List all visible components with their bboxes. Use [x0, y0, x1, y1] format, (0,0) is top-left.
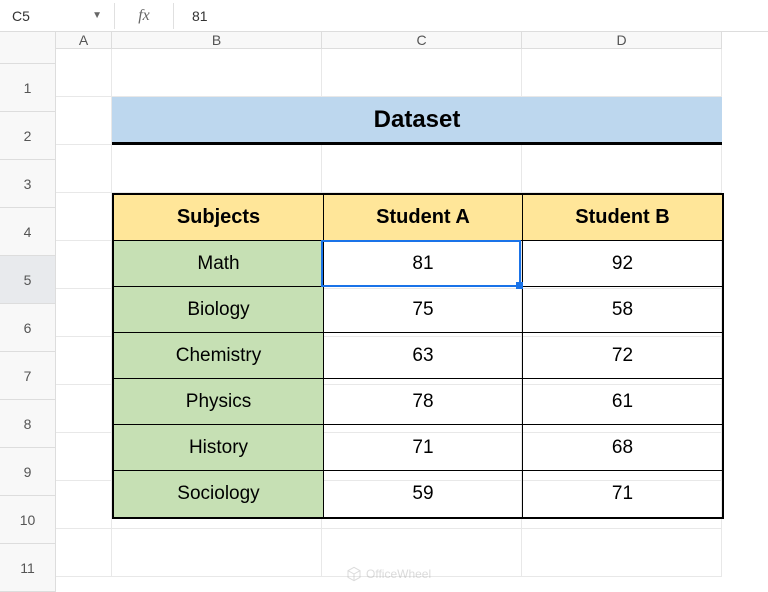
row-header-5[interactable]: 5 [0, 256, 56, 304]
header-student-a[interactable]: Student A [324, 195, 523, 241]
row-header-3[interactable]: 3 [0, 160, 56, 208]
data-cell[interactable]: 58 [523, 287, 722, 333]
row-header-8[interactable]: 8 [0, 400, 56, 448]
formula-bar: C5 ▼ fx 81 [0, 0, 768, 32]
table-row: History 71 68 [114, 425, 722, 471]
data-cell[interactable]: 71 [324, 425, 523, 471]
row-header-1[interactable]: 1 [0, 64, 56, 112]
data-cell[interactable]: 63 [324, 333, 523, 379]
table-header-row: Subjects Student A Student B [114, 195, 722, 241]
row-header-6[interactable]: 6 [0, 304, 56, 352]
col-header-b[interactable]: B [112, 32, 322, 49]
formula-input[interactable]: 81 [174, 3, 764, 29]
subject-cell[interactable]: Math [114, 241, 324, 287]
table-row: Math 81 92 [114, 241, 722, 287]
spreadsheet-grid: 1 2 3 4 5 6 7 8 9 10 11 A B C D [0, 32, 768, 590]
row-header-11[interactable]: 11 [0, 544, 56, 592]
dataset-title[interactable]: Dataset [112, 97, 722, 145]
data-cell[interactable]: 92 [523, 241, 722, 287]
subject-cell[interactable]: Physics [114, 379, 324, 425]
select-all-corner[interactable] [0, 32, 56, 64]
subject-cell[interactable]: Chemistry [114, 333, 324, 379]
formula-value: 81 [192, 8, 208, 24]
row-header-10[interactable]: 10 [0, 496, 56, 544]
chevron-down-icon[interactable]: ▼ [92, 10, 106, 21]
row-header-9[interactable]: 9 [0, 448, 56, 496]
row-header-2[interactable]: 2 [0, 112, 56, 160]
data-cell[interactable]: 78 [324, 379, 523, 425]
table-row: Sociology 59 71 [114, 471, 722, 517]
data-cell[interactable]: 72 [523, 333, 722, 379]
cells-area[interactable]: Dataset Subjects Student A Student B Mat… [56, 49, 768, 577]
data-cell[interactable]: 68 [523, 425, 722, 471]
name-box[interactable]: C5 ▼ [4, 3, 114, 29]
row-header-4[interactable]: 4 [0, 208, 56, 256]
header-subjects[interactable]: Subjects [114, 195, 324, 241]
data-cell[interactable]: 75 [324, 287, 523, 333]
name-box-value: C5 [12, 8, 30, 24]
col-header-c[interactable]: C [322, 32, 522, 49]
subject-cell[interactable]: History [114, 425, 324, 471]
data-cell[interactable]: 59 [324, 471, 523, 517]
data-cell[interactable]: 61 [523, 379, 722, 425]
col-header-d[interactable]: D [522, 32, 722, 49]
subject-cell[interactable]: Sociology [114, 471, 324, 517]
row-header-7[interactable]: 7 [0, 352, 56, 400]
table-row: Physics 78 61 [114, 379, 722, 425]
header-student-b[interactable]: Student B [523, 195, 722, 241]
subject-cell[interactable]: Biology [114, 287, 324, 333]
table-row: Chemistry 63 72 [114, 333, 722, 379]
data-cell[interactable]: 81 [324, 241, 523, 287]
table-row: Biology 75 58 [114, 287, 722, 333]
data-table: Subjects Student A Student B Math 81 92 … [112, 193, 724, 519]
fx-icon[interactable]: fx [114, 3, 174, 29]
col-header-a[interactable]: A [56, 32, 112, 49]
data-cell[interactable]: 71 [523, 471, 722, 517]
